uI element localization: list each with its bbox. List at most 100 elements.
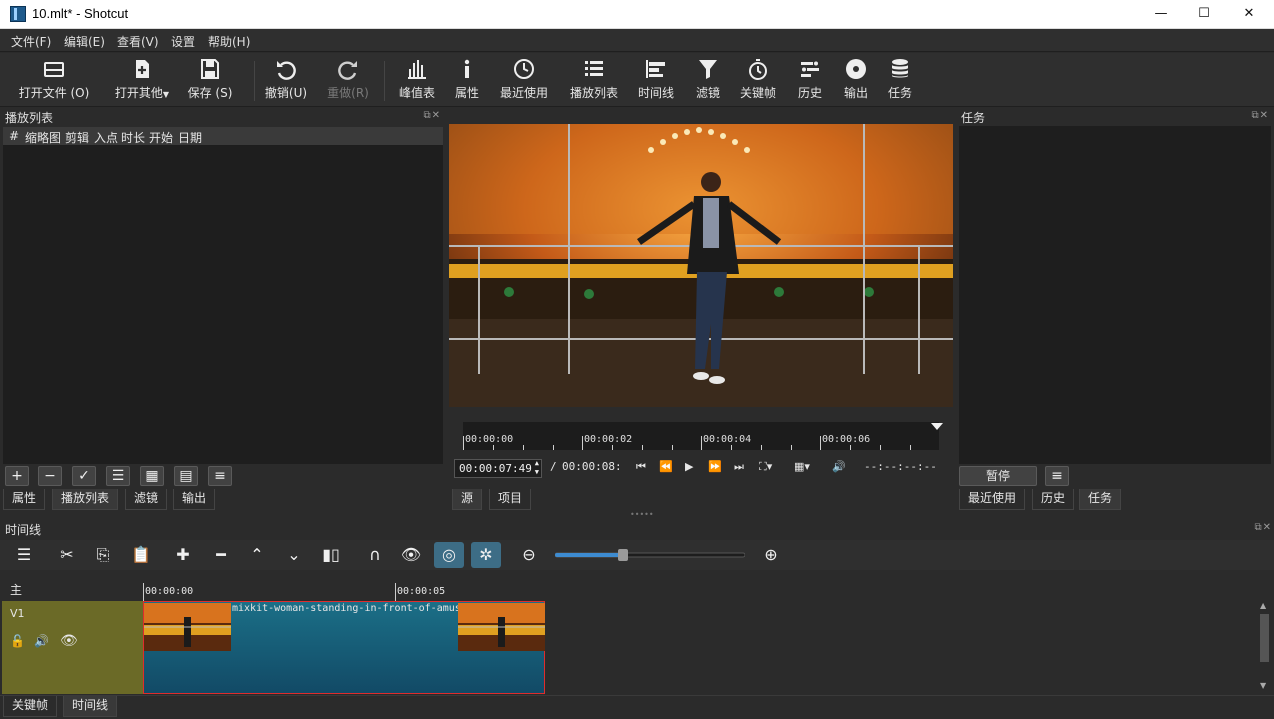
column-clip[interactable]: 剪辑 (65, 129, 89, 146)
timeline-ruler[interactable]: 00:00:00 00:00:05 (143, 575, 545, 601)
snap-magnet-icon[interactable]: ∩ (360, 542, 390, 568)
menu-settings[interactable]: 设置 (171, 33, 195, 50)
list-view-icon[interactable]: ☰ (106, 466, 130, 486)
lift-caret-up-icon[interactable]: ⌃ (242, 542, 272, 568)
skip-next-icon[interactable]: ⏭ (734, 460, 744, 474)
scrollbar-thumb[interactable] (1260, 614, 1269, 662)
tab-source[interactable]: 源 (452, 489, 483, 510)
timeline-button[interactable]: 时间线 (634, 57, 678, 101)
recent-label: 最近使用 (499, 86, 548, 100)
skip-previous-icon[interactable]: ⏮ (636, 460, 646, 474)
playlist-button[interactable]: 播放列表 (566, 57, 622, 101)
ripple-target-icon[interactable]: ◎ (434, 542, 464, 568)
current-time-field[interactable]: 00:00:07:49 ▲ ▼ (454, 459, 542, 478)
menu-view[interactable]: 查看(V) (117, 33, 159, 50)
splitter-handle-icon[interactable]: ••••• (630, 510, 654, 519)
tab-jobs[interactable]: 任务 (1079, 489, 1122, 510)
keyframes-button[interactable]: 关键帧 (736, 57, 780, 101)
tab-recent[interactable]: 最近使用 (959, 489, 1026, 510)
checkmark-icon[interactable]: ✓ (72, 466, 96, 486)
playlist-list[interactable] (3, 146, 443, 464)
jobs-button[interactable]: 任务 (882, 57, 918, 101)
undo-button[interactable]: 撤销(U) (262, 57, 310, 101)
dock-float-close-icon[interactable]: ⧉✕ (423, 110, 441, 121)
tab-properties[interactable]: 属性 (3, 489, 46, 510)
scroll-up-icon[interactable]: ▲ (1260, 601, 1266, 610)
export-button[interactable]: 输出 (838, 57, 874, 101)
lock-icon[interactable]: 🔓 (10, 634, 25, 648)
rewind-icon[interactable]: ⏪ (659, 460, 673, 473)
overwrite-caret-down-icon[interactable]: ⌄ (279, 542, 309, 568)
filters-button[interactable]: 滤镜 (690, 57, 726, 101)
volume-icon[interactable]: 🔊 (832, 460, 846, 473)
history-button[interactable]: 历史 (792, 57, 828, 101)
redo-button[interactable]: 重做(R) (324, 57, 372, 101)
column-duration[interactable]: 时长 (121, 129, 145, 146)
menu-file[interactable]: 文件(F) (11, 33, 51, 50)
properties-button[interactable]: 属性 (449, 57, 485, 101)
video-preview[interactable] (449, 124, 953, 407)
fast-forward-icon[interactable]: ⏩ (708, 460, 722, 473)
timeline-vertical-scrollbar[interactable]: ▲ ▼ (1258, 601, 1271, 692)
hamburger-menu-icon[interactable]: ☰ (9, 542, 39, 568)
plus-icon[interactable]: + (5, 466, 29, 486)
jobs-menu-icon[interactable]: ≡ (1045, 466, 1069, 486)
copy-icon[interactable]: ⎘ (88, 542, 118, 568)
column-start[interactable]: 开始 (149, 129, 173, 146)
timeline-clip[interactable]: mixkit-woman-standing-in-front-of-amusem… (143, 601, 545, 694)
play-icon[interactable]: ▶ (685, 460, 693, 473)
column-in[interactable]: 入点 (94, 129, 118, 146)
peak-meter-button[interactable]: 峰值表 (394, 57, 440, 101)
ripple-all-tracks-icon[interactable]: ✲ (471, 542, 501, 568)
scissors-icon[interactable]: ✂ (52, 542, 82, 568)
tab-export[interactable]: 输出 (173, 489, 216, 510)
timeline-empty-area[interactable] (545, 575, 1257, 694)
scrub-eye-icon[interactable]: 👁 (396, 542, 426, 568)
menu-help[interactable]: 帮助(H) (208, 33, 250, 50)
tab-project[interactable]: 项目 (489, 489, 532, 510)
column-thumbnail[interactable]: 缩略图 (25, 129, 61, 146)
hide-eye-icon[interactable]: 👁 (60, 633, 78, 649)
zoom-out-icon[interactable]: ⊖ (514, 542, 544, 568)
ruler-label: 00:00:02 (584, 434, 633, 445)
tab-history[interactable]: 历史 (1032, 489, 1075, 510)
zoom-fit-icon[interactable]: ⛶▾ (759, 460, 772, 474)
tab-keyframes[interactable]: 关键帧 (3, 696, 58, 717)
detail-view-icon[interactable]: ▤ (174, 466, 198, 486)
open-file-button[interactable]: 打开文件 (O) (14, 57, 94, 101)
pause-button[interactable]: 暂停 (959, 466, 1037, 486)
playhead-marker[interactable] (931, 423, 943, 430)
column-number[interactable]: # (9, 129, 19, 143)
zoom-slider[interactable] (555, 548, 745, 562)
menu-icon[interactable]: ≡ (208, 466, 232, 486)
viewer-timeline-ruler[interactable]: 00:00:00 00:00:02 00:00:04 00:00:06 (463, 422, 939, 450)
maximize-button[interactable]: ☐ (1181, 0, 1227, 29)
scroll-down-icon[interactable]: ▼ (1260, 681, 1266, 690)
tab-filters[interactable]: 滤镜 (125, 489, 168, 510)
column-date[interactable]: 日期 (178, 129, 202, 146)
save-button[interactable]: 保存 (S) (182, 57, 238, 101)
split-clip-icon[interactable]: ▮▯ (316, 542, 346, 568)
recent-button[interactable]: 最近使用 (496, 57, 552, 101)
v1-track-header[interactable]: V1 🔓 🔊 👁 (2, 601, 143, 694)
spin-arrows-icon[interactable]: ▲ ▼ (535, 459, 539, 477)
tab-timeline[interactable]: 时间线 (63, 696, 118, 717)
open-other-button[interactable]: 打开其他▼ (112, 57, 172, 101)
grid-view-icon[interactable]: ▦ (140, 466, 164, 486)
grid-overlay-icon[interactable]: ▦▾ (794, 460, 810, 473)
mute-speaker-icon[interactable]: 🔊 (34, 634, 49, 648)
append-plus-icon[interactable]: ✚ (168, 542, 198, 568)
dock-float-close-icon[interactable]: ⧉✕ (1251, 110, 1269, 121)
remove-minus-icon[interactable]: ━ (206, 542, 236, 568)
tab-playlist[interactable]: 播放列表 (52, 489, 119, 510)
close-button[interactable]: ✕ (1226, 0, 1272, 29)
master-track-header[interactable]: 主 (2, 575, 143, 601)
minus-icon[interactable]: − (38, 466, 62, 486)
clipboard-paste-icon[interactable]: 📋 (126, 542, 156, 568)
dock-float-close-icon[interactable]: ⧉✕ (1254, 522, 1272, 533)
minimize-button[interactable]: — (1138, 0, 1184, 29)
menu-edit[interactable]: 编辑(E) (64, 33, 105, 50)
zoom-in-icon[interactable]: ⊕ (756, 542, 786, 568)
open-file-label: 打开文件 (O) (18, 86, 90, 100)
jobs-list[interactable] (959, 126, 1271, 464)
